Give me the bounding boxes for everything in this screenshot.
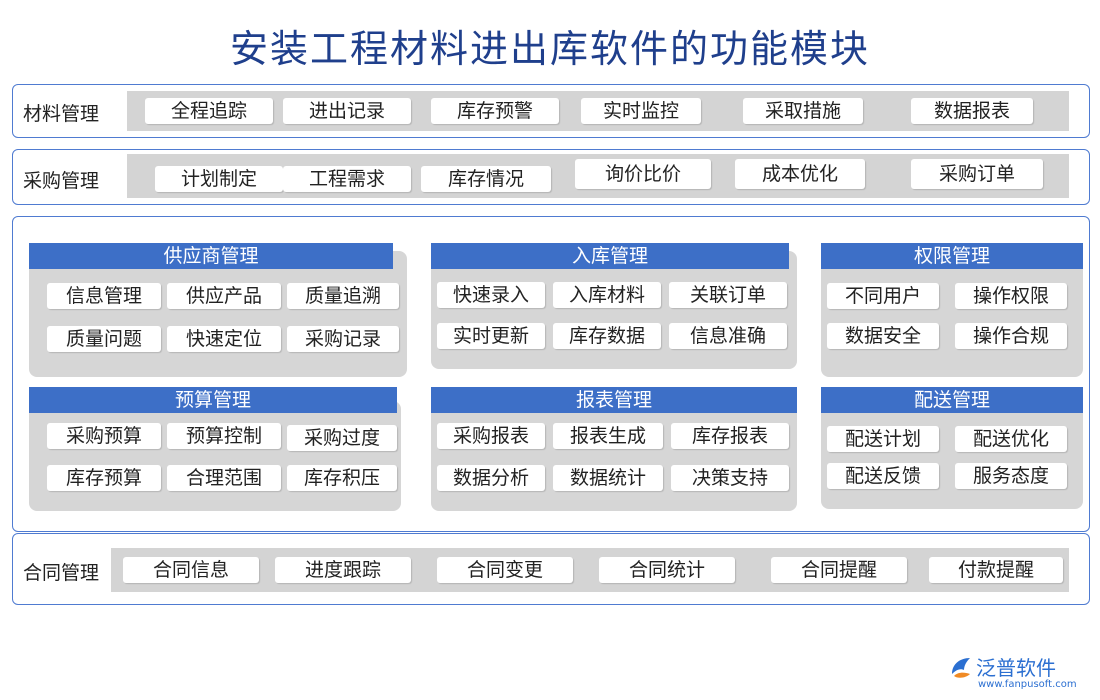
purchase-item: 询价比价 [575,159,711,189]
permission-item: 操作合规 [955,323,1067,349]
budget-bg [29,401,401,511]
purchase-item: 计划制定 [155,166,283,192]
purchase-item: 工程需求 [283,166,411,192]
inbound-item: 库存数据 [553,323,661,349]
contract-bar: 合同信息 进度跟踪 合同变更 合同统计 合同提醒 付款提醒 [111,548,1069,592]
supplier-item: 质量追溯 [287,283,399,309]
permission-item: 操作权限 [955,283,1067,309]
budget-item: 库存预算 [47,465,161,491]
fanpu-logo-icon [952,658,970,678]
supplier-item: 采购记录 [287,326,399,352]
supplier-group: 供应商管理 信息管理 供应产品 质量追溯 质量问题 快速定位 采购记录 [29,243,409,379]
material-item: 进出记录 [283,98,411,124]
report-item: 数据统计 [553,465,663,491]
modules-panel: 供应商管理 信息管理 供应产品 质量追溯 质量问题 快速定位 采购记录 入库管理… [12,216,1090,532]
contract-row: 合同管理 合同信息 进度跟踪 合同变更 合同统计 合同提醒 付款提醒 [12,533,1090,605]
contract-item: 付款提醒 [929,557,1063,583]
contract-item: 合同变更 [437,557,573,583]
budget-group: 预算管理 采购预算 预算控制 采购过度 库存预算 合理范围 库存积压 [29,387,409,515]
report-item: 决策支持 [671,465,789,491]
inbound-header: 入库管理 [431,243,789,269]
logo-url: www.fanpusoft.com [978,679,1077,690]
purchase-bar: 计划制定 工程需求 库存情况 询价比价 成本优化 采购订单 [127,154,1069,198]
material-item: 库存预警 [431,98,559,124]
page-title: 安装工程材料进出库软件的功能模块 [229,27,870,71]
budget-item: 库存积压 [287,465,397,491]
material-row: 材料管理 全程追踪 进出记录 库存预警 实时监控 采取措施 数据报表 [12,84,1090,138]
report-bg [431,401,797,511]
contract-item: 合同统计 [599,557,735,583]
delivery-item: 配送计划 [827,426,939,452]
report-item: 库存报表 [671,423,789,449]
contract-item: 合同信息 [123,557,259,583]
supplier-header: 供应商管理 [29,243,393,269]
inbound-item: 快速录入 [437,282,545,308]
inbound-item: 实时更新 [437,323,545,349]
material-item: 采取措施 [743,98,863,124]
delivery-item: 服务态度 [955,463,1067,489]
material-item: 全程追踪 [145,98,273,124]
contract-label: 合同管理 [23,562,100,584]
permission-header: 权限管理 [821,243,1083,269]
permission-item: 不同用户 [827,283,939,309]
delivery-bg [821,401,1083,509]
purchase-row: 采购管理 计划制定 工程需求 库存情况 询价比价 成本优化 采购订单 [12,149,1090,205]
supplier-bg [29,251,407,377]
budget-item: 预算控制 [167,423,281,449]
supplier-item: 快速定位 [167,326,281,352]
purchase-item: 成本优化 [735,159,865,189]
budget-item: 采购预算 [47,423,161,449]
purchase-item: 采购订单 [911,159,1043,189]
supplier-item: 信息管理 [47,283,161,309]
permission-bg [821,251,1083,377]
report-item: 采购报表 [437,423,545,449]
inbound-group: 入库管理 快速录入 入库材料 关联订单 实时更新 库存数据 信息准确 [431,243,797,379]
material-label: 材料管理 [23,103,100,125]
budget-header: 预算管理 [29,387,397,413]
inbound-item: 入库材料 [553,282,661,308]
report-group: 报表管理 采购报表 报表生成 库存报表 数据分析 数据统计 决策支持 [431,387,797,515]
report-item: 数据分析 [437,465,545,491]
budget-item: 采购过度 [287,425,397,451]
supplier-item: 质量问题 [47,326,161,352]
contract-item: 进度跟踪 [275,557,411,583]
inbound-item: 信息准确 [669,323,787,349]
report-header: 报表管理 [431,387,797,413]
contract-item: 合同提醒 [771,557,907,583]
material-item: 数据报表 [911,98,1033,124]
delivery-group: 配送管理 配送计划 配送优化 配送反馈 服务态度 [821,387,1085,515]
material-bar: 全程追踪 进出记录 库存预警 实时监控 采取措施 数据报表 [127,91,1069,131]
permission-item: 数据安全 [827,323,939,349]
permission-group: 权限管理 不同用户 操作权限 数据安全 操作合规 [821,243,1085,379]
delivery-item: 配送反馈 [827,463,939,489]
delivery-header: 配送管理 [821,387,1083,413]
supplier-item: 供应产品 [167,283,281,309]
purchase-label: 采购管理 [23,170,100,192]
delivery-item: 配送优化 [955,426,1067,452]
material-item: 实时监控 [581,98,701,124]
brand-logo: 泛普软件 www.fanpusoft.com [948,652,1088,692]
budget-item: 合理范围 [167,465,281,491]
purchase-item: 库存情况 [421,166,551,192]
logo-name: 泛普软件 [976,656,1056,680]
report-item: 报表生成 [553,423,663,449]
inbound-item: 关联订单 [669,282,787,308]
